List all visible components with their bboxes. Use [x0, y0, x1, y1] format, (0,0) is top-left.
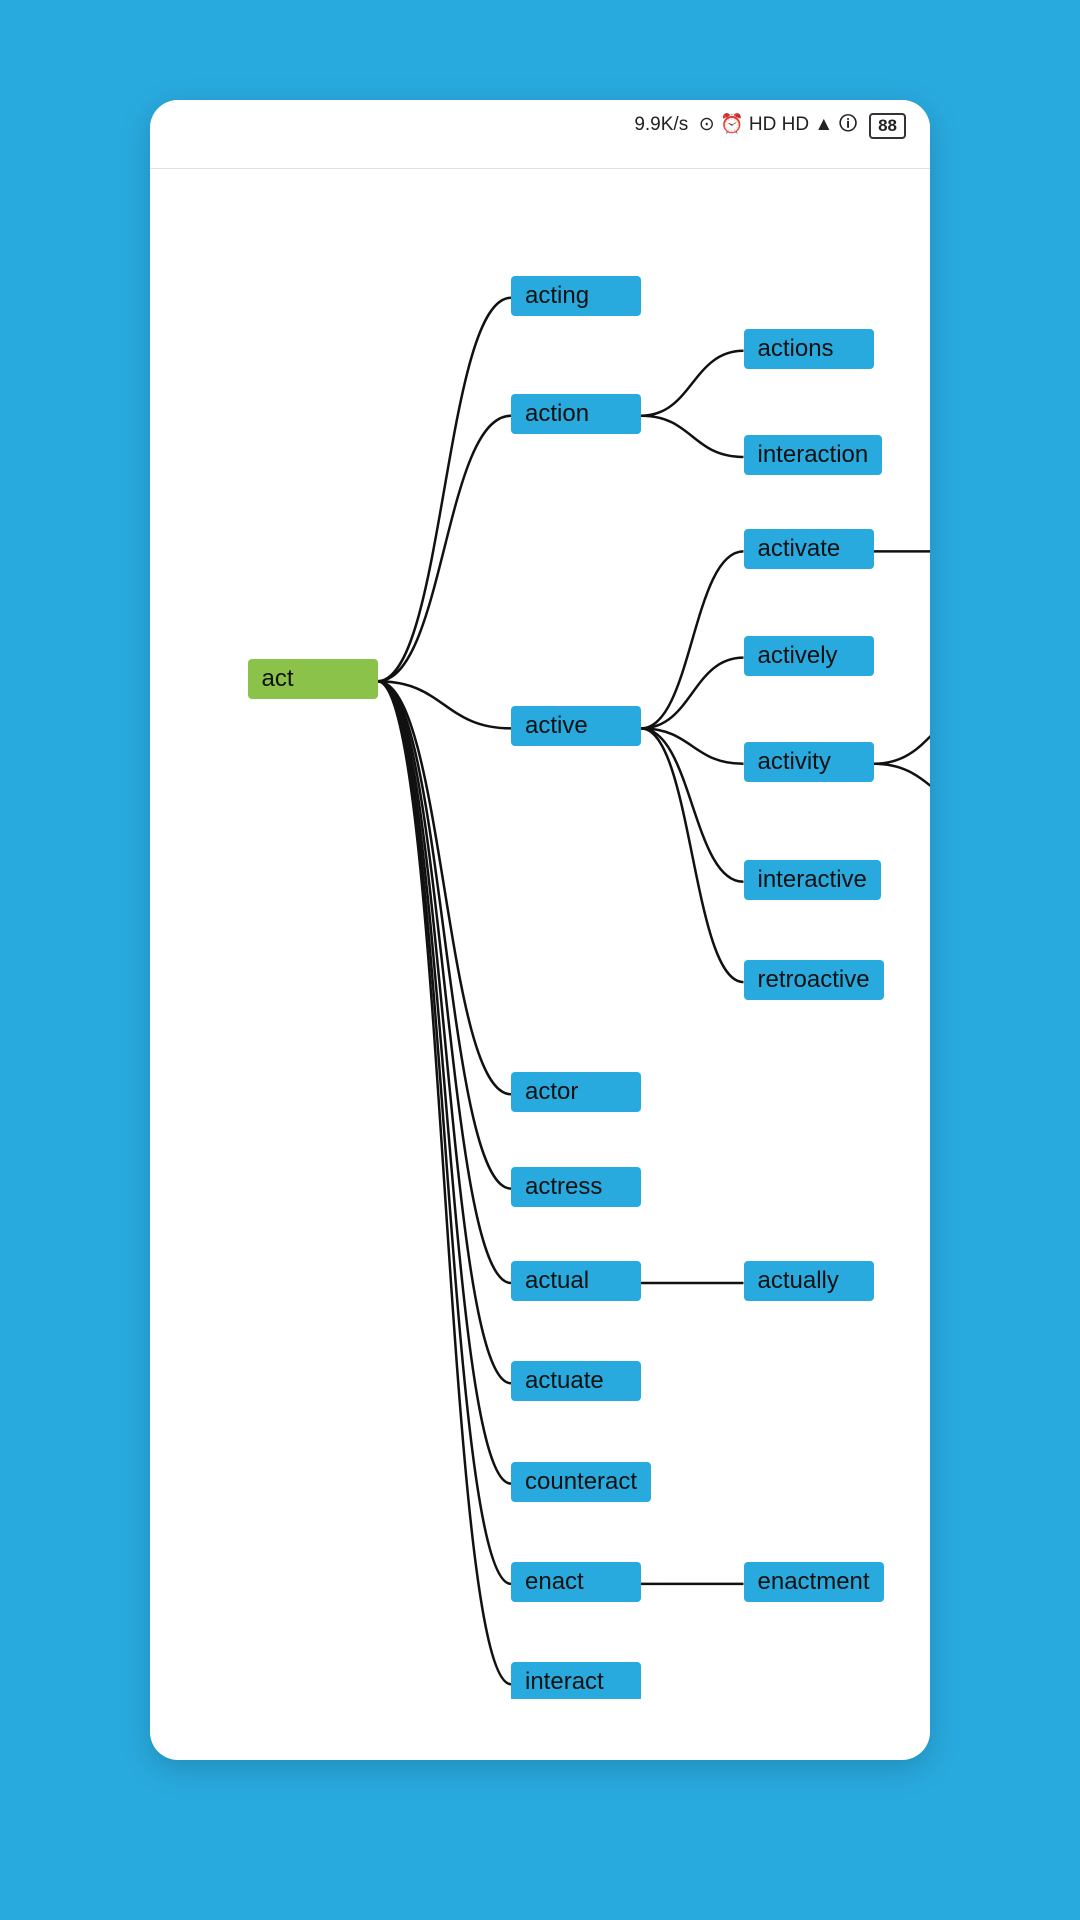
phone-frame: 9.9K/s ⊙ ⏰ HD HD ▲ 🛈 88 actactingactiona… — [150, 100, 930, 1760]
node-enactment[interactable]: enactment — [744, 1562, 884, 1602]
node-interactive[interactable]: interactive — [744, 860, 881, 900]
node-act[interactable]: act — [248, 659, 378, 699]
node-counteract[interactable]: counteract — [511, 1462, 651, 1502]
node-active[interactable]: active — [511, 706, 641, 746]
node-actor[interactable]: actor — [511, 1072, 641, 1112]
node-interaction[interactable]: interaction — [744, 435, 883, 475]
node-actual[interactable]: actual — [511, 1261, 641, 1301]
node-actively[interactable]: actively — [744, 636, 874, 676]
node-activate[interactable]: activate — [744, 529, 874, 569]
node-actuate[interactable]: actuate — [511, 1361, 641, 1401]
status-icons: 9.9K/s ⊙ ⏰ HD HD ▲ 🛈 88 — [634, 110, 906, 142]
node-acting[interactable]: acting — [511, 276, 641, 316]
node-interact[interactable]: interact — [511, 1662, 641, 1699]
app-bar — [150, 148, 930, 169]
node-action[interactable]: action — [511, 394, 641, 434]
node-retroactive[interactable]: retroactive — [744, 960, 884, 1000]
tree-area: act acting action actions interaction active a… — [150, 169, 930, 1699]
node-enact[interactable]: enact — [511, 1562, 641, 1602]
header-title — [0, 0, 1080, 100]
node-actually[interactable]: actually — [744, 1261, 874, 1301]
status-bar: 9.9K/s ⊙ ⏰ HD HD ▲ 🛈 88 — [150, 100, 930, 148]
node-activity[interactable]: activity — [744, 742, 874, 782]
node-actions[interactable]: actions — [744, 329, 874, 369]
node-actress[interactable]: actress — [511, 1167, 641, 1207]
